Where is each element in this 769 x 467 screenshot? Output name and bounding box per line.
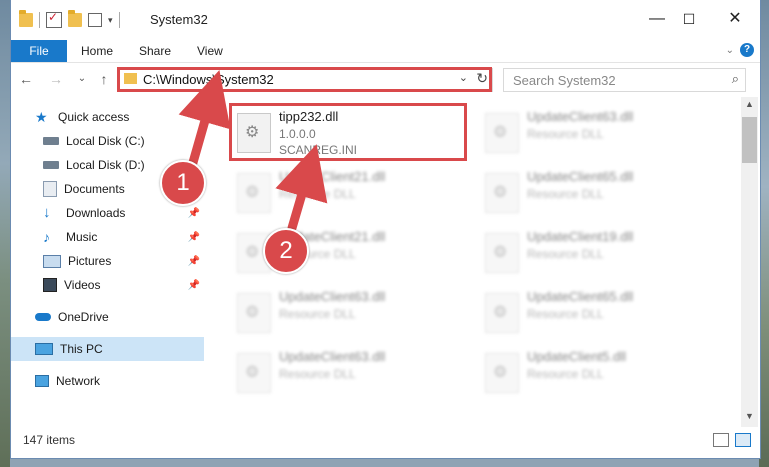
step-2-badge: 2 xyxy=(263,228,309,274)
step-1-badge: 1 xyxy=(160,160,206,206)
annotation-arrows xyxy=(178,70,328,233)
arrow-to-address-bar xyxy=(178,70,231,171)
arrow-to-file xyxy=(275,144,328,233)
